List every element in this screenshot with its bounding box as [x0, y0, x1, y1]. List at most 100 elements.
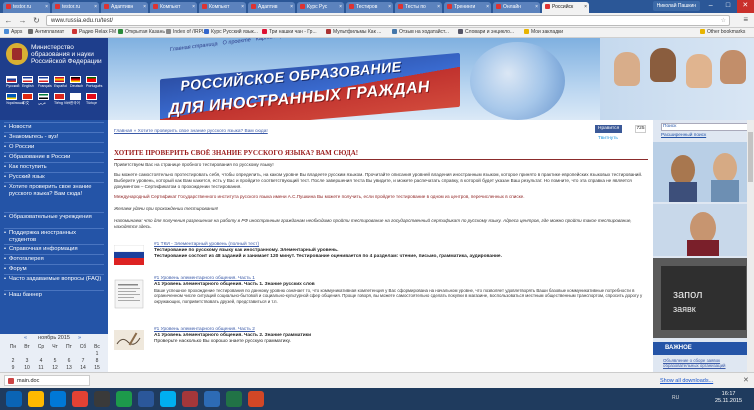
- tab-close-icon[interactable]: ×: [535, 4, 538, 10]
- browser-tab[interactable]: Тренинги ×: [444, 2, 491, 13]
- language-label[interactable]: English: [22, 84, 34, 88]
- language-label[interactable]: Français: [38, 84, 52, 88]
- language-flag-icon[interactable]: [22, 76, 33, 83]
- bookmark-item[interactable]: Антиплагиат: [28, 29, 64, 35]
- bookmark-item[interactable]: Мультфильмы Как ...: [326, 29, 381, 35]
- tab-close-icon[interactable]: ×: [388, 4, 391, 10]
- language-label[interactable]: Español: [54, 84, 67, 88]
- tab-close-icon[interactable]: ×: [486, 4, 489, 10]
- bookmark-item[interactable]: Радио Relax FM: [72, 29, 116, 35]
- reload-icon[interactable]: ↻: [31, 15, 42, 26]
- calendar-next-icon[interactable]: »: [78, 335, 81, 341]
- taskbar-app-icon[interactable]: [50, 391, 66, 407]
- page-scrollbar[interactable]: [747, 120, 754, 372]
- browser-menu-icon[interactable]: ≡: [743, 15, 748, 24]
- language-flag-icon[interactable]: [22, 93, 33, 100]
- language-label[interactable]: 中文: [22, 101, 29, 106]
- language-flag-icon[interactable]: [86, 93, 97, 100]
- system-clock[interactable]: 16:17 25.11.2015: [715, 391, 742, 405]
- language-flag-icon[interactable]: [54, 93, 65, 100]
- tab-close-icon[interactable]: ×: [143, 4, 146, 10]
- browser-tab[interactable]: Компьют ×: [199, 2, 246, 13]
- bookmark-item[interactable]: Открытая Казань: [118, 29, 165, 35]
- calendar-day[interactable]: 4: [34, 358, 48, 364]
- bookmark-item[interactable]: Index of /IRPU: [166, 29, 206, 35]
- calendar-day[interactable]: 12: [48, 365, 62, 371]
- taskbar-app-icon[interactable]: [6, 391, 22, 407]
- language-label[interactable]: 한국어: [70, 101, 80, 106]
- browser-tab[interactable]: Тесты по ×: [395, 2, 442, 13]
- tab-close-icon[interactable]: ×: [192, 4, 195, 10]
- browser-tab[interactable]: Курс Рус ×: [297, 2, 344, 13]
- browser-tab[interactable]: testor.ru ×: [3, 2, 50, 13]
- calendar-day[interactable]: 10: [20, 365, 34, 371]
- calendar-day[interactable]: 5: [48, 358, 62, 364]
- scrollbar-thumb[interactable]: [748, 132, 753, 182]
- language-flag-icon[interactable]: [70, 93, 81, 100]
- forward-icon[interactable]: →: [17, 15, 28, 26]
- bookmark-item[interactable]: Apps: [4, 29, 22, 35]
- bookmark-item[interactable]: Словари и энцикло...: [458, 29, 514, 35]
- calendar-day[interactable]: Пн: [6, 344, 20, 350]
- sidebar-item[interactable]: Как поступить: [4, 164, 104, 171]
- breadcrumb[interactable]: Главная » Хотите проверить свое знание р…: [114, 129, 268, 134]
- sidebar-item[interactable]: О России: [4, 144, 104, 151]
- tab-close-icon[interactable]: ×: [339, 4, 342, 10]
- top-nav-link[interactable]: Главная страница: [170, 41, 218, 53]
- calendar-day[interactable]: 7: [76, 358, 90, 364]
- calendar-day[interactable]: Сб: [76, 344, 90, 350]
- taskbar-app-icon[interactable]: [204, 391, 220, 407]
- taskbar-app-icon[interactable]: [248, 391, 264, 407]
- sidebar-item[interactable]: Хотите проверить свое знание русского яз…: [4, 184, 104, 197]
- address-bar[interactable]: www.russia.edu.ru/test/ ☆: [46, 15, 730, 26]
- calendar-day[interactable]: 9: [6, 365, 20, 371]
- language-flag-icon[interactable]: [70, 76, 81, 83]
- browser-tab[interactable]: Компьют ×: [150, 2, 197, 13]
- language-label[interactable]: Tiếng Việt: [54, 101, 70, 105]
- tweet-button[interactable]: Твитнуть: [595, 135, 621, 143]
- sidebar-item[interactable]: Русский язык: [4, 174, 104, 181]
- calendar-day[interactable]: Чт: [48, 344, 62, 350]
- bookmark-item[interactable]: Три нашки чан - Гр...: [262, 29, 317, 35]
- calendar-day[interactable]: 1: [90, 351, 104, 357]
- close-window-icon[interactable]: ✕: [736, 0, 754, 13]
- taskbar-app-icon[interactable]: [28, 391, 44, 407]
- calendar-day[interactable]: 8: [90, 358, 104, 364]
- tab-close-icon[interactable]: ×: [45, 4, 48, 10]
- taskbar-app-icon[interactable]: [94, 391, 110, 407]
- sidebar-item[interactable]: Новости: [4, 124, 104, 131]
- sidebar-item[interactable]: Знакомьтесь - вуз!: [4, 134, 104, 141]
- language-indicator[interactable]: RU: [672, 395, 679, 401]
- calendar-day[interactable]: 3: [20, 358, 34, 364]
- calendar-day[interactable]: Пт: [62, 344, 76, 350]
- taskbar-app-icon[interactable]: [226, 391, 242, 407]
- language-flag-icon[interactable]: [38, 93, 49, 100]
- language-flag-icon[interactable]: [38, 76, 49, 83]
- browser-tab[interactable]: testor.ru ×: [52, 2, 99, 13]
- taskbar-app-icon[interactable]: [116, 391, 132, 407]
- sidebar-item[interactable]: Справочная информация: [4, 246, 104, 253]
- taskbar-app-icon[interactable]: [72, 391, 88, 407]
- tab-close-icon[interactable]: ×: [94, 4, 97, 10]
- bookmark-item[interactable]: Мои закладки: [524, 29, 563, 35]
- sidebar-item[interactable]: Часто задаваемые вопросы (FAQ): [4, 276, 104, 283]
- language-label[interactable]: Deutsch: [70, 84, 83, 88]
- taskbar-app-icon[interactable]: [138, 391, 154, 407]
- language-label[interactable]: Português: [86, 84, 102, 88]
- browser-tab[interactable]: Тестиров ×: [346, 2, 393, 13]
- important-link[interactable]: Объявление о сборе заявок образовательны…: [663, 358, 751, 368]
- top-nav-link[interactable]: О проекте: [222, 38, 251, 47]
- browser-tab[interactable]: Адаптивн ×: [101, 2, 148, 13]
- calendar-day[interactable]: 15: [90, 365, 104, 371]
- bookmark-item[interactable]: Other bookmarks: [700, 29, 745, 35]
- profile-button[interactable]: Николай Пашкин: [652, 1, 700, 11]
- language-label[interactable]: عربي: [38, 101, 46, 105]
- tab-close-icon[interactable]: ×: [241, 4, 244, 10]
- top-nav-link[interactable]: Карта портала: [255, 38, 297, 42]
- tab-close-icon[interactable]: ×: [584, 4, 587, 10]
- test-link[interactable]: #1 Уровень элементарного общения. Часть …: [154, 276, 255, 281]
- browser-tab[interactable]: Адаптив ×: [248, 2, 295, 13]
- language-flag-icon[interactable]: [6, 93, 17, 100]
- close-download-bar-icon[interactable]: ✕: [743, 376, 749, 384]
- russian-flag-thumbnail[interactable]: [114, 245, 144, 265]
